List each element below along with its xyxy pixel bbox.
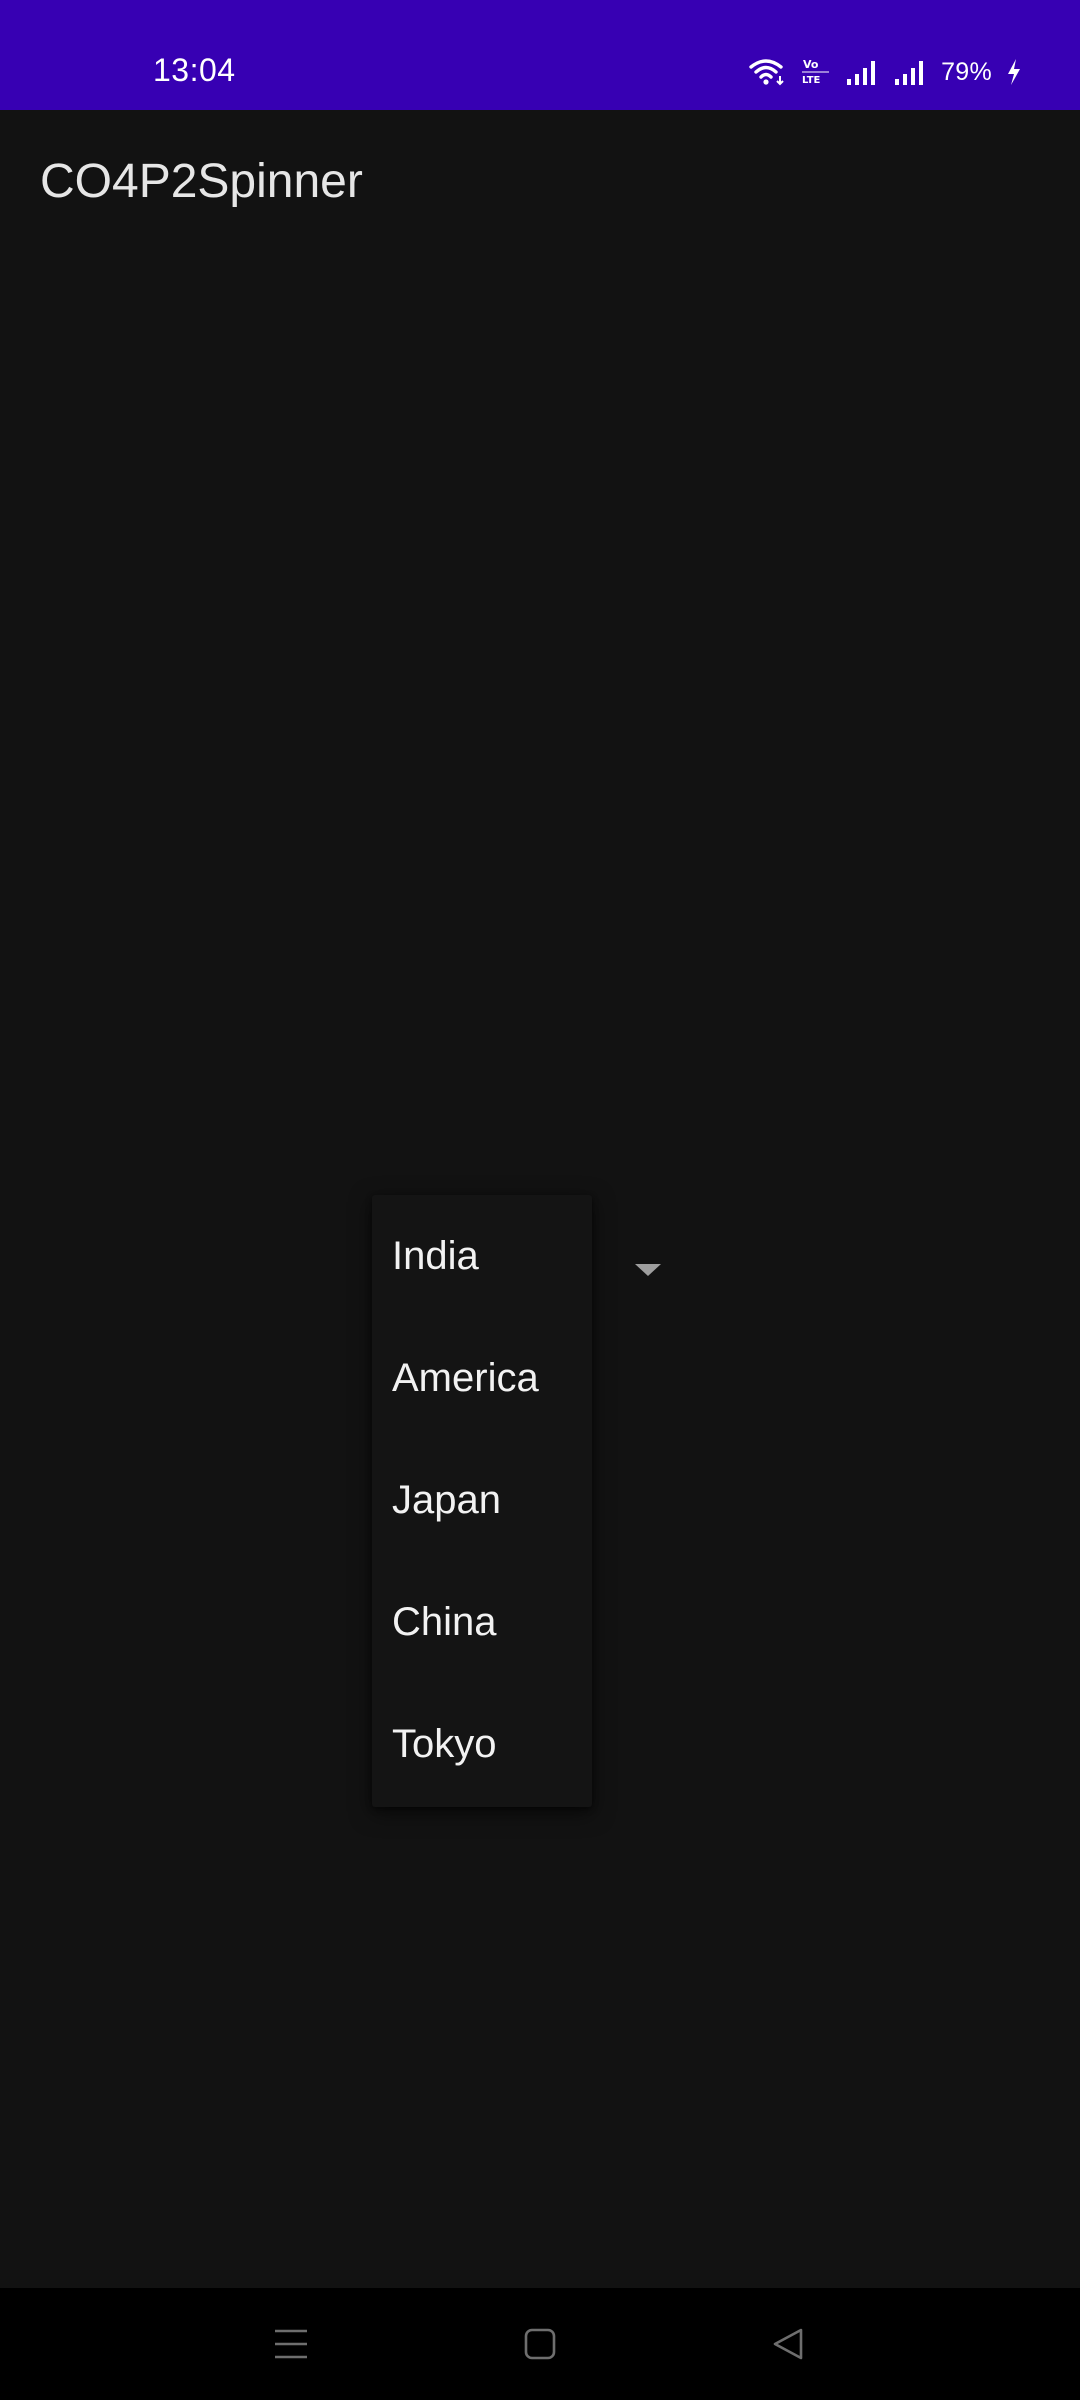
svg-text:Vo: Vo xyxy=(803,58,819,71)
spinner-dropdown-list: India America Japan China Tokyo xyxy=(372,1195,592,1807)
volte-icon: Vo LTE xyxy=(801,57,831,87)
charging-icon xyxy=(1006,58,1022,86)
home-icon[interactable] xyxy=(510,2318,570,2370)
signal-icon xyxy=(893,58,927,86)
menu-icon[interactable] xyxy=(261,2318,321,2370)
navigation-bar xyxy=(0,2288,1080,2400)
svg-text:LTE: LTE xyxy=(802,75,821,86)
spinner-option-america[interactable]: America xyxy=(372,1317,592,1439)
spinner-option-tokyo[interactable]: Tokyo xyxy=(372,1683,592,1805)
signal-icon xyxy=(845,58,879,86)
app-title: CO4P2Spinner xyxy=(40,155,363,208)
status-time: 13:04 xyxy=(153,52,236,88)
back-icon[interactable] xyxy=(758,2318,818,2370)
status-icons: Vo LTE 79% xyxy=(749,52,1022,92)
spinner-option-china[interactable]: China xyxy=(372,1561,592,1683)
status-bar: 13:04 Vo LTE 79% xyxy=(0,0,1080,110)
spinner-option-india[interactable]: India xyxy=(372,1195,592,1317)
wifi-icon xyxy=(749,57,787,87)
battery-percent: 79% xyxy=(941,58,992,86)
spinner-dropdown-arrow-icon[interactable] xyxy=(633,1262,663,1278)
screen: 13:04 Vo LTE 79% CO4P2Spinner India Amer… xyxy=(0,0,1080,2400)
app-bar: CO4P2Spinner xyxy=(0,110,1080,260)
spinner-option-japan[interactable]: Japan xyxy=(372,1439,592,1561)
